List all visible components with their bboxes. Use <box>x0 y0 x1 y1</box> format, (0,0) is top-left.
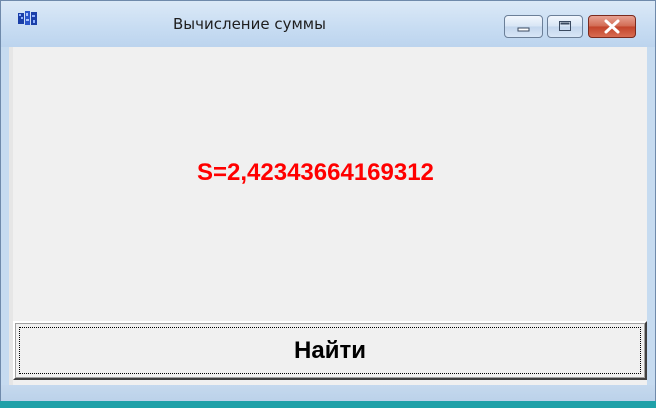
app-window: Вычисление суммы S=2,42343664169312 Найт… <box>0 0 656 408</box>
maximize-button[interactable] <box>547 15 583 38</box>
sum-result-label: S=2,42343664169312 <box>197 159 434 186</box>
app-icon[interactable] <box>18 11 38 27</box>
window-title: Вычисление суммы <box>173 15 326 33</box>
taskbar-edge <box>0 401 656 408</box>
close-button[interactable] <box>588 15 636 38</box>
find-button-label: Найти <box>294 337 366 364</box>
find-button[interactable]: Найти <box>13 321 647 380</box>
minimize-button[interactable] <box>504 15 543 38</box>
title-bar[interactable]: Вычисление суммы <box>1 1 655 47</box>
